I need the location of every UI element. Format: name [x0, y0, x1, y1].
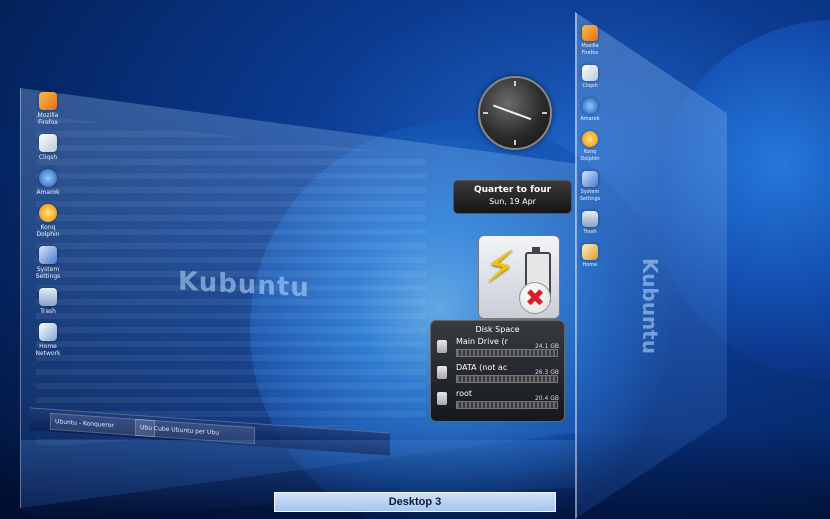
document-icon: [39, 134, 57, 152]
desktop-icon-trash[interactable]: Trash: [28, 288, 68, 315]
drive-icon: [437, 340, 447, 353]
trash-icon: [39, 288, 57, 306]
desktop-icon-firefox[interactable]: Mozilla Firefox: [28, 92, 68, 126]
desktop-icon-home[interactable]: Home: [578, 244, 602, 269]
date-text: Sun, 19 Apr: [489, 197, 536, 206]
desktop-icon-label: Trash: [40, 308, 56, 315]
lightning-icon: ⚡: [485, 242, 516, 293]
dolphin-icon: [582, 131, 598, 147]
settings-icon: [39, 246, 57, 264]
clock-tick: [483, 112, 488, 114]
desktop-icon-label: Konq Dolphin: [36, 224, 60, 238]
network-icon: [39, 323, 57, 341]
desktop-icon-trash[interactable]: Trash: [578, 211, 602, 236]
clock-tick: [514, 81, 516, 86]
desktop-icon-label: System Settings: [35, 266, 61, 280]
kubuntu-watermark-right: Kubuntu: [638, 258, 662, 354]
left-desktop-icons: Mozilla Firefox Cliqsh Amarok Konq Dolph…: [28, 92, 68, 365]
settings-icon: [582, 171, 598, 187]
amarok-icon: [39, 169, 57, 187]
drive-icon: [437, 366, 447, 379]
disk-space-widget[interactable]: Disk Space Main Drive (r 24.1 GB DATA (n…: [430, 320, 565, 422]
desktop-icon-label: Home: [582, 262, 598, 268]
desktop-icon-label: System Settings: [579, 189, 601, 202]
fuzzy-time-text: Quarter to four: [473, 185, 552, 195]
desktop-icon-document[interactable]: Cliqsh: [578, 65, 602, 90]
dolphin-icon: [39, 204, 57, 222]
desktop-icon-amarok[interactable]: Amarok: [28, 169, 68, 196]
right-desktop-icons: Mozilla Firefox Cliqsh Amarok Konq Dolph…: [578, 25, 602, 277]
desktop-icon-label: Konq Dolphin: [580, 149, 600, 162]
drive-name: DATA (not ac: [456, 363, 508, 372]
desktop-icon-settings[interactable]: System Settings: [28, 246, 68, 280]
disk-row[interactable]: DATA (not ac 26.3 GB: [431, 362, 564, 386]
desktop-icon-network[interactable]: Home Network: [28, 323, 68, 357]
disk-row[interactable]: Main Drive (r 24.1 GB: [431, 336, 564, 360]
drive-usage-bar: [456, 401, 558, 409]
desktop-icon-dolphin[interactable]: Konq Dolphin: [578, 131, 602, 163]
clock-tick: [542, 112, 547, 114]
desktop-icon-label: Amarok: [580, 116, 600, 122]
battery-widget[interactable]: ⚡ ✖: [478, 235, 560, 319]
home-icon: [582, 244, 598, 260]
disk-row[interactable]: root 20.4 GB: [431, 388, 564, 412]
desktop-icon-label: Trash: [583, 229, 597, 235]
no-battery-x-icon: ✖: [519, 282, 551, 314]
trash-icon: [582, 211, 598, 227]
desktop-icon-document[interactable]: Cliqsh: [28, 134, 68, 161]
drive-name: root: [456, 389, 473, 398]
disk-space-title: Disk Space: [475, 325, 520, 334]
desktop-icon-label: Mozilla Firefox: [37, 112, 59, 126]
desktop-name-label: Desktop 3: [274, 492, 556, 512]
amarok-icon: [582, 98, 598, 114]
desktop-icon-dolphin[interactable]: Konq Dolphin: [28, 204, 68, 238]
desktop-icon-firefox[interactable]: Mozilla Firefox: [578, 25, 602, 57]
drive-icon: [437, 392, 447, 405]
desktop-icon-label: Cliqsh: [582, 83, 598, 89]
desktop-icon-label: Mozilla Firefox: [581, 43, 599, 56]
desktop-icon-label: Amarok: [36, 189, 60, 196]
analog-clock-icon[interactable]: [478, 76, 552, 150]
desktop-icon-amarok[interactable]: Amarok: [578, 98, 602, 123]
desktop-icon-settings[interactable]: System Settings: [578, 171, 602, 203]
desktop-icon-label: Cliqsh: [38, 154, 58, 161]
desktop-icon-label: Home Network: [35, 343, 61, 357]
drive-usage-bar: [456, 375, 558, 383]
clock-hour-hand: [492, 104, 515, 114]
clock-tick: [514, 140, 516, 145]
document-icon: [582, 65, 598, 81]
clock-minute-hand: [513, 112, 532, 121]
drive-name: Main Drive (r: [456, 337, 508, 346]
datetime-widget[interactable]: Quarter to four Sun, 19 Apr: [453, 180, 572, 214]
firefox-icon: [582, 25, 598, 41]
firefox-icon: [39, 92, 57, 110]
desktop-cube-scene: Kubuntu Mozilla Firefox Cliqsh Amarok Ko…: [0, 0, 830, 519]
drive-usage-bar: [456, 349, 558, 357]
